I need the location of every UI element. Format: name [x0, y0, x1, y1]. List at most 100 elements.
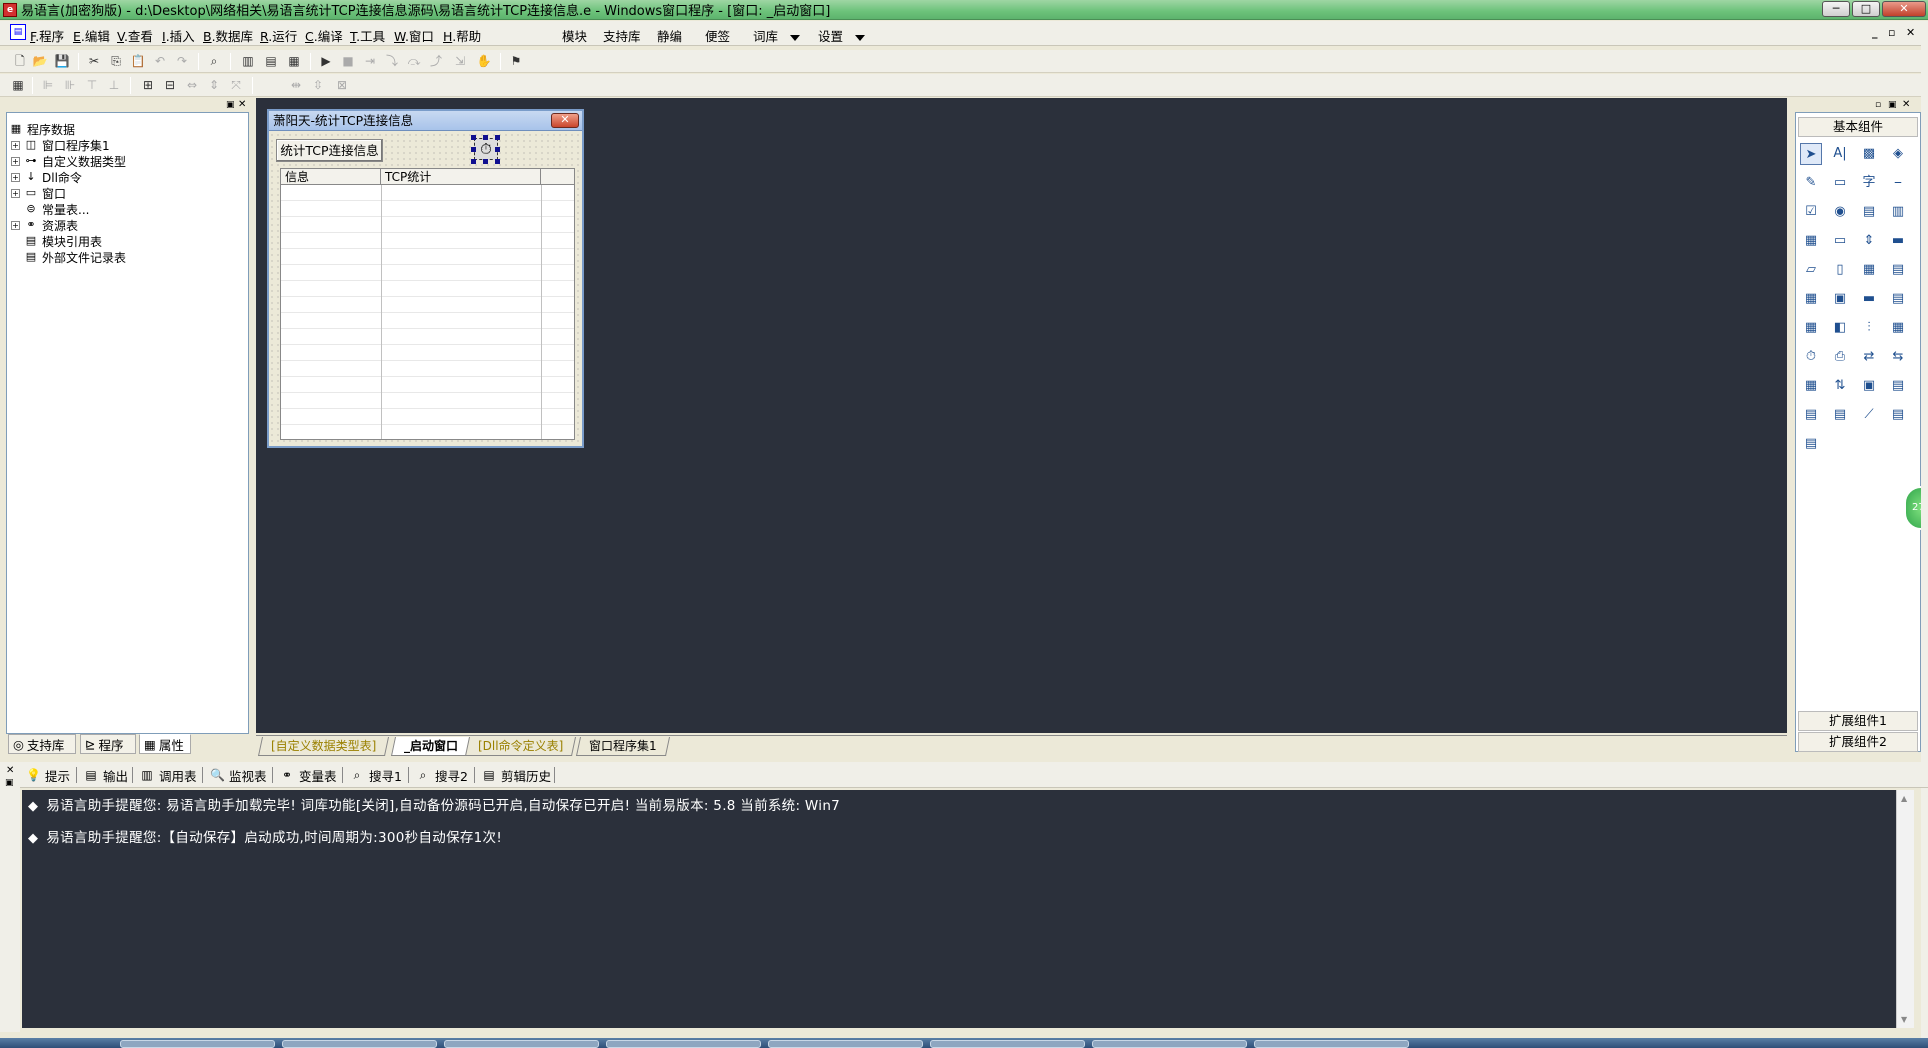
tab-support-lib[interactable]: ◎ 支持库 [8, 734, 76, 754]
tab-search-1[interactable]: ⌕ 搜寻1 [350, 766, 402, 784]
tab-search-2[interactable]: ⌕ 搜寻2 [416, 766, 468, 784]
tab-hint[interactable]: 💡 提示 [26, 766, 70, 784]
menu-static-compile[interactable]: 静编 [657, 26, 682, 45]
close-button[interactable]: ✕ [1882, 1, 1926, 17]
center-vertical-icon[interactable]: ⊟ [162, 77, 178, 93]
align-top-icon[interactable]: ⊤ [84, 77, 100, 93]
output-text-area[interactable]: ◆ 易语言助手提醒您: 易语言助手加载完毕! 词库功能[关闭],自动备份源码已开启… [22, 790, 1896, 1028]
menu-window[interactable]: W.窗口 [394, 26, 434, 45]
tree-node-module-refs[interactable]: ▤ 模块引用表 [11, 233, 102, 249]
minimize-button[interactable]: ─ [1822, 1, 1850, 17]
taskbar-button[interactable] [444, 1040, 599, 1048]
space-horizontal-icon[interactable]: ⇹ [288, 77, 304, 93]
palette-extension-2[interactable]: 扩展组件2 [1798, 732, 1918, 752]
form-canvas[interactable]: 统计TCP连接信息 ⏱ 信息 TCP统计 [269, 132, 582, 446]
radio-icon[interactable]: ◉ [1829, 201, 1851, 223]
redo-icon[interactable]: ↷ [174, 53, 190, 69]
tab-clip-history[interactable]: ▤ 剪辑历史 [482, 766, 551, 784]
menu-lexicon[interactable]: 词库 [753, 26, 800, 45]
tree-node-program-data[interactable]: ▦ 程序数据 [9, 121, 75, 137]
stop-icon[interactable]: ■ [340, 53, 356, 69]
tab-output[interactable]: ▤ 输出 [84, 766, 128, 784]
client-icon[interactable]: ⇄ [1858, 346, 1880, 368]
open-folder-icon[interactable]: 📂 [32, 53, 48, 69]
output-scrollbar[interactable]: ▲ ▼ [1896, 790, 1914, 1028]
hand-icon[interactable]: ✋ [476, 53, 492, 69]
line-icon[interactable]: ⎯ [1887, 172, 1909, 194]
tree-node-external-files[interactable]: ▤ 外部文件记录表 [11, 249, 126, 265]
menu-module[interactable]: 模块 [562, 26, 587, 45]
taskbar-button[interactable] [1254, 1040, 1409, 1048]
checkbox-icon[interactable]: ☑ [1800, 201, 1822, 223]
panel-pin-icon[interactable]: ▫ [1875, 100, 1881, 110]
align-bottom-icon[interactable]: ⊥ [106, 77, 122, 93]
list-column-info[interactable]: 信息 [281, 169, 381, 185]
layout-top-icon[interactable]: ▤ [263, 53, 279, 69]
ruler-icon[interactable]: ▬ [1887, 230, 1909, 252]
palette-extension-1[interactable]: 扩展组件1 [1798, 711, 1918, 731]
datasource-icon[interactable]: ▦ [1887, 317, 1909, 339]
expand-icon[interactable]: + [11, 140, 20, 150]
menu-run[interactable]: R.运行 [260, 26, 297, 45]
edit-icon[interactable]: ✎ [1800, 172, 1822, 194]
tab-dll-commands[interactable]: [Dll命令定义表] [464, 737, 577, 756]
menu-database[interactable]: B.数据库 [203, 26, 253, 45]
same-height-icon[interactable]: ⇕ [206, 77, 222, 93]
form-button-stat-tcp[interactable]: 统计TCP连接信息 [276, 139, 383, 162]
menu-support-lib[interactable]: 支持库 [603, 26, 641, 45]
align-right-icon[interactable]: ⊪ [62, 77, 78, 93]
label-icon[interactable]: A| [1829, 143, 1851, 165]
progress-icon[interactable]: ▭ [1829, 230, 1851, 252]
button-icon[interactable]: ▣ [1829, 288, 1851, 310]
panel-icon[interactable]: ▯ [1829, 259, 1851, 281]
tree-node-windows[interactable]: + ▭ 窗口 [11, 185, 66, 201]
taskbar-button[interactable] [606, 1040, 761, 1048]
network-icon[interactable]: ◧ [1829, 317, 1851, 339]
taskbar-button[interactable] [930, 1040, 1085, 1048]
tree-icon[interactable]: ▤ [1800, 404, 1822, 426]
tab-custom-types[interactable]: [自定义数据类型表] [257, 737, 390, 756]
expand-icon[interactable]: + [11, 188, 20, 198]
menu-view[interactable]: V.查看 [117, 26, 153, 45]
odbc-icon[interactable]: ▤ [1887, 404, 1909, 426]
scroll-icon[interactable]: ⇕ [1858, 230, 1880, 252]
list-column-tcp-stat[interactable]: TCP统计 [381, 169, 541, 185]
report-icon[interactable]: ▤ [1887, 288, 1909, 310]
odbc2-icon[interactable]: ▤ [1800, 433, 1822, 455]
run-to-cursor-icon[interactable]: ⇲ [452, 53, 468, 69]
listbox-icon[interactable]: ▥ [1887, 201, 1909, 223]
graph-icon[interactable]: ⟋ [1858, 404, 1880, 426]
expand-icon[interactable]: + [11, 156, 20, 166]
design-form-window[interactable]: 萧阳天-统计TCP连接信息 ✕ 统计TCP连接信息 ⏱ 信息 TCP统计 [267, 109, 584, 448]
paste-icon[interactable]: 📋 [130, 53, 146, 69]
palette-basic-header[interactable]: 基本组件 [1798, 117, 1918, 137]
pointer-icon[interactable]: ➤ [1800, 143, 1822, 165]
tree-node-window-module[interactable]: + ◫ 窗口程序集1 [11, 137, 110, 153]
tab-watch[interactable]: 🔍 监视表 [210, 766, 267, 784]
menu-settings[interactable]: 设置 [818, 26, 865, 45]
tree-node-custom-types[interactable]: + ⊶ 自定义数据类型 [11, 153, 126, 169]
tab-call-stack[interactable]: ▥ 调用表 [140, 766, 196, 784]
menu-help[interactable]: H.帮助 [443, 26, 481, 45]
mdi-minimize-button[interactable]: _ [1872, 26, 1878, 39]
frame-icon[interactable]: ▭ [1829, 172, 1851, 194]
panel-float-icon[interactable]: ▣ [1888, 100, 1897, 110]
grid-icon[interactable]: ▦ [1800, 230, 1822, 252]
undo-icon[interactable]: ↶ [152, 53, 168, 69]
layout-left-icon[interactable]: ▥ [240, 53, 256, 69]
layout-bottom-icon[interactable]: ▦ [286, 53, 302, 69]
form-icon[interactable]: ▣ [1858, 375, 1880, 397]
taskbar-button[interactable] [768, 1040, 923, 1048]
server-icon[interactable]: ⇆ [1887, 346, 1909, 368]
expand-icon[interactable]: + [11, 220, 20, 230]
distribute-icon[interactable]: ⊠ [334, 77, 350, 93]
form-title[interactable]: 萧阳天-统计TCP连接信息 [269, 111, 582, 131]
panel-pin-icon[interactable]: ▣ [226, 100, 235, 110]
menu-program[interactable]: F.程序 [30, 26, 64, 45]
mdi-restore-button[interactable]: ▫ [1888, 26, 1895, 39]
tab-startup-window[interactable]: _启动窗口 [390, 737, 472, 756]
calendar-icon[interactable]: ▦ [1858, 259, 1880, 281]
timer-icon[interactable]: ⏱ [1800, 346, 1822, 368]
output-pin-icon[interactable]: ▣ [5, 778, 14, 788]
step-out-icon[interactable]: ⤴ [428, 53, 444, 69]
